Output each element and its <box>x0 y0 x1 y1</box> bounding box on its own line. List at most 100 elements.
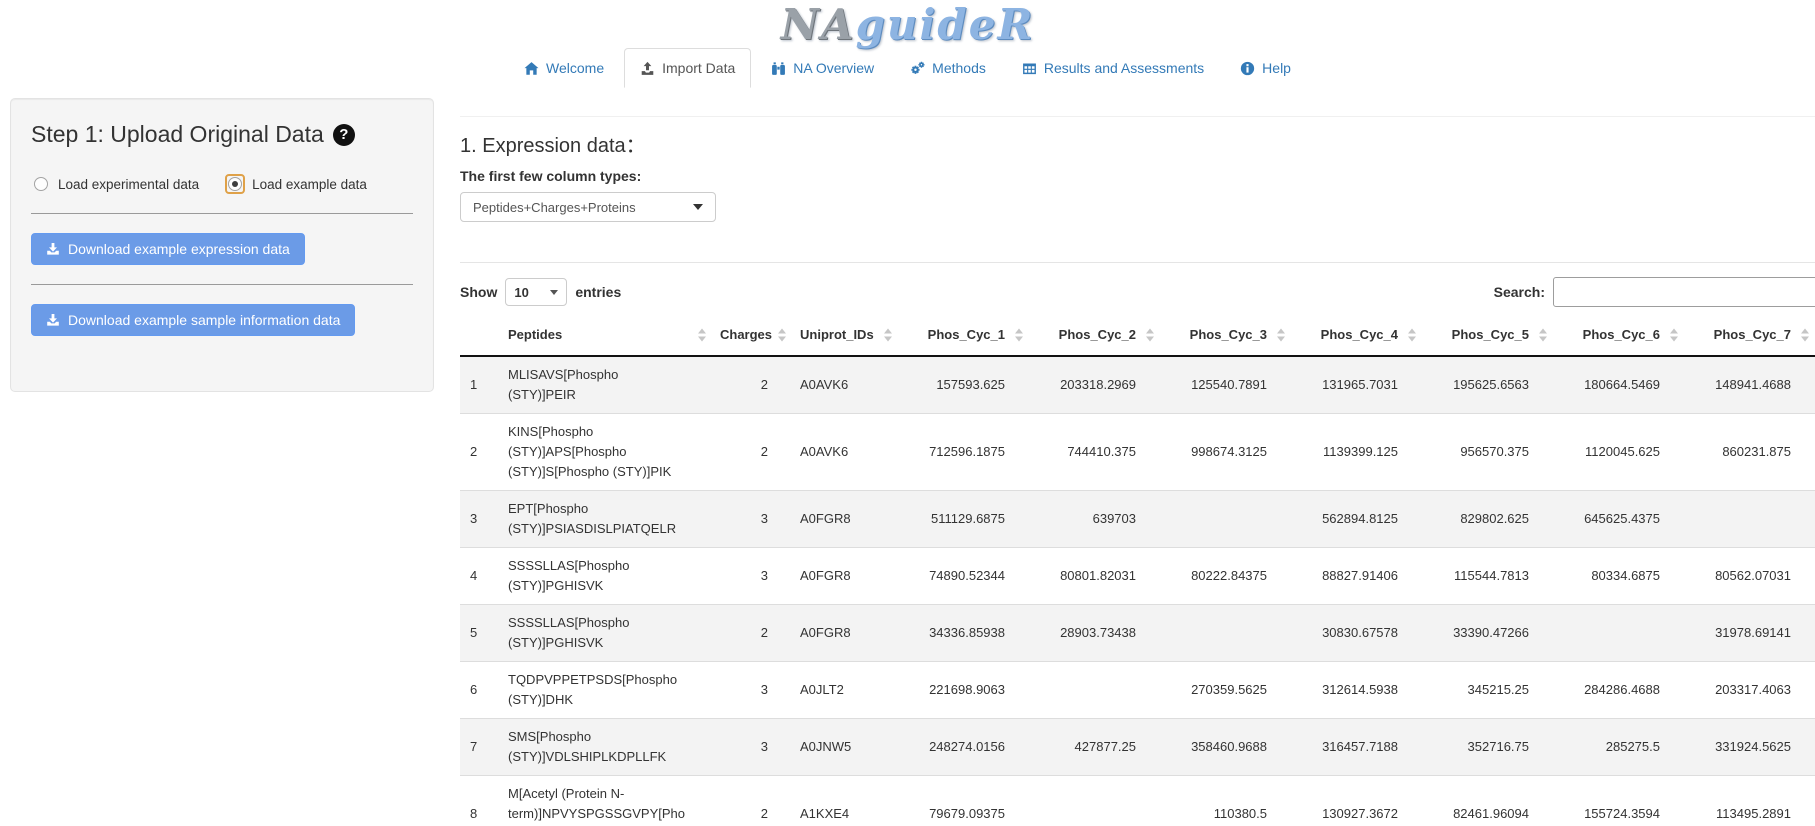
value-cell: 157593.625 <box>898 356 1029 414</box>
value-cell: 285275.5 <box>1553 719 1684 776</box>
column-header-uniprot_ids[interactable]: Uniprot_IDs <box>792 315 898 356</box>
value-cell: 115544.7813 <box>1422 548 1553 605</box>
download-sample-info-button[interactable]: Download example sample information data <box>31 304 355 336</box>
download-icon <box>46 242 60 256</box>
value-cell <box>1160 605 1291 662</box>
value-cell: 74890.52344 <box>898 548 1029 605</box>
divider <box>31 213 413 214</box>
uniprot-cell: A0FGR8 <box>792 548 898 605</box>
tab-methods[interactable]: Methods <box>894 48 1002 88</box>
row-number-header <box>460 315 500 356</box>
peptide-cell: MLISAVS[Phospho (STY)]PEIR <box>500 356 712 414</box>
table-header-row: Peptides Charges Uniprot_IDs Phos_Cyc_1 Phos… <box>460 315 1815 356</box>
table-search-control: Search: <box>1494 277 1815 307</box>
value-cell: 155724.3594 <box>1553 776 1684 826</box>
question-circle-icon[interactable]: ? <box>333 124 355 146</box>
value-cell: 427877.25 <box>1029 719 1160 776</box>
table-row: 2KINS[Phospho (STY)]APS[Phospho (STY)]S[… <box>460 414 1815 491</box>
chevron-down-icon <box>550 290 558 295</box>
charge-cell: 2 <box>712 356 792 414</box>
search-label: Search: <box>1494 284 1545 300</box>
column-header-peptides[interactable]: Peptides <box>500 315 712 356</box>
binoculars-icon <box>771 61 786 76</box>
divider <box>31 284 413 285</box>
value-cell: 80562.07031 <box>1684 548 1815 605</box>
home-icon <box>524 61 539 76</box>
table-row: 5SSSSLLAS[Phospho (STY)]PGHISVK2A0FGR834… <box>460 605 1815 662</box>
value-cell: 829802.625 <box>1422 491 1553 548</box>
uniprot-cell: A0JNW5 <box>792 719 898 776</box>
value-cell: 203318.2969 <box>1029 356 1160 414</box>
row-number-cell: 4 <box>460 548 500 605</box>
column-header-phos_cyc_1[interactable]: Phos_Cyc_1 <box>898 315 1029 356</box>
value-cell: 511129.6875 <box>898 491 1029 548</box>
page-size-select[interactable]: 10 <box>505 278 567 306</box>
radio-load-example-data[interactable]: Load example data <box>225 174 367 194</box>
value-cell: 331924.5625 <box>1684 719 1815 776</box>
column-header-phos_cyc_4[interactable]: Phos_Cyc_4 <box>1291 315 1422 356</box>
column-header-label: Phos_Cyc_2 <box>1059 327 1136 342</box>
value-cell: 34336.85938 <box>898 605 1029 662</box>
value-cell: 316457.7188 <box>1291 719 1422 776</box>
radio-focus-ring <box>225 174 245 194</box>
row-number-cell: 1 <box>460 356 500 414</box>
column-header-phos_cyc_3[interactable]: Phos_Cyc_3 <box>1160 315 1291 356</box>
download-icon <box>46 313 60 327</box>
column-types-select[interactable]: Peptides+Charges+Proteins <box>460 192 716 222</box>
sort-arrows-icon <box>1539 329 1547 342</box>
tab-import-data[interactable]: Import Data <box>624 48 751 88</box>
entries-label: entries <box>575 284 621 300</box>
value-cell: 203317.4063 <box>1684 662 1815 719</box>
charge-cell: 3 <box>712 548 792 605</box>
search-input[interactable] <box>1553 277 1815 307</box>
column-header-phos_cyc_7[interactable]: Phos_Cyc_7 <box>1684 315 1815 356</box>
peptide-cell: SMS[Phospho (STY)]VDLSHIPLKDPLLFK <box>500 719 712 776</box>
download-expression-data-button[interactable]: Download example expression data <box>31 233 305 265</box>
table-controls: Show 10 entries Search: <box>460 277 1815 307</box>
download-expression-data-label: Download example expression data <box>68 241 290 257</box>
expression-data-table: Peptides Charges Uniprot_IDs Phos_Cyc_1 Phos… <box>460 315 1815 826</box>
value-cell: 131965.7031 <box>1291 356 1422 414</box>
tab-welcome[interactable]: Welcome <box>508 48 620 88</box>
value-cell: 860231.875 <box>1684 414 1815 491</box>
column-header-phos_cyc_2[interactable]: Phos_Cyc_2 <box>1029 315 1160 356</box>
radio-label: Load example data <box>252 177 367 192</box>
tab-na-overview[interactable]: NA Overview <box>755 48 890 88</box>
value-cell: 80334.6875 <box>1553 548 1684 605</box>
column-header-label: Phos_Cyc_7 <box>1714 327 1791 342</box>
uniprot-cell: A0AVK6 <box>792 414 898 491</box>
page-size-value: 10 <box>514 285 528 300</box>
sort-arrows-icon <box>1801 329 1809 342</box>
table-icon <box>1022 61 1037 76</box>
uniprot-cell: A0JLT2 <box>792 662 898 719</box>
divider <box>460 116 1815 117</box>
charge-cell: 3 <box>712 719 792 776</box>
charge-cell: 2 <box>712 605 792 662</box>
radio-load-experimental-data[interactable]: Load experimental data <box>31 174 199 194</box>
table-row: 3EPT[Phospho (STY)]PSIASDISLPIATQELR3A0F… <box>460 491 1815 548</box>
tab-help[interactable]: Help <box>1224 48 1307 88</box>
column-header-charges[interactable]: Charges <box>712 315 792 356</box>
value-cell: 180664.5469 <box>1553 356 1684 414</box>
sort-arrows-icon <box>884 329 892 342</box>
app-logo-na: NA <box>781 0 856 49</box>
value-cell: 998674.3125 <box>1160 414 1291 491</box>
peptide-cell: M[Acetyl (Protein N-term)]NPVYSPGSSGVPY[… <box>500 776 712 826</box>
tab-results-and-assessments[interactable]: Results and Assessments <box>1006 48 1220 88</box>
divider <box>460 262 1815 263</box>
tab-label: Import Data <box>662 59 735 77</box>
radio-button-icon <box>228 177 242 191</box>
column-header-label: Charges <box>720 327 772 342</box>
column-header-label: Phos_Cyc_4 <box>1321 327 1398 342</box>
value-cell: 1120045.625 <box>1553 414 1684 491</box>
column-header-phos_cyc_5[interactable]: Phos_Cyc_5 <box>1422 315 1553 356</box>
row-number-cell: 6 <box>460 662 500 719</box>
radio-button-icon <box>34 177 48 191</box>
tab-label: Methods <box>932 59 986 77</box>
table-row: 1MLISAVS[Phospho (STY)]PEIR2A0AVK6157593… <box>460 356 1815 414</box>
row-number-cell: 7 <box>460 719 500 776</box>
column-header-phos_cyc_6[interactable]: Phos_Cyc_6 <box>1553 315 1684 356</box>
uniprot-cell: A0AVK6 <box>792 356 898 414</box>
column-header-label: Phos_Cyc_1 <box>928 327 1005 342</box>
charge-cell: 2 <box>712 776 792 826</box>
